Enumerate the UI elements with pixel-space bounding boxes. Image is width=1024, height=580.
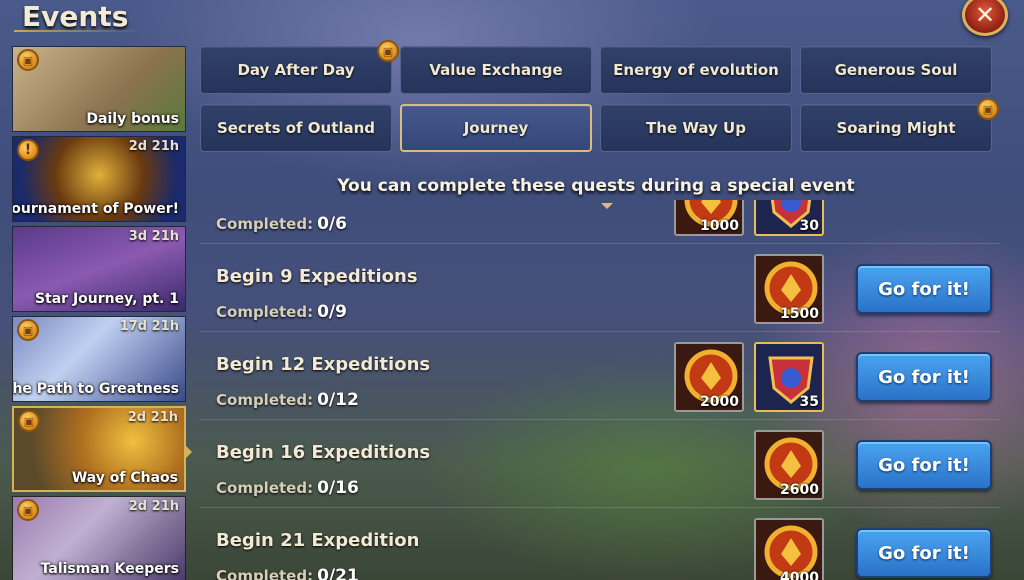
tab-label: Generous Soul [834, 61, 958, 79]
gift-icon: ▣ [17, 499, 39, 521]
go-for-it-button[interactable]: Go for it! [856, 528, 992, 578]
tab-label: Value Exchange [429, 61, 563, 79]
events-title: Events [22, 0, 129, 33]
event-label: Talisman Keepers [40, 561, 179, 577]
reward-emblem: 2000 [674, 342, 744, 412]
event-label: The Path to Greatness [12, 381, 179, 397]
selected-event-arrow-icon [184, 444, 192, 460]
quest-progress: Completed: 0/16 [216, 478, 359, 498]
event-card-way-of-chaos[interactable]: ▣ 2d 21h Way of Chaos [12, 406, 186, 492]
gift-icon: ▣ [18, 410, 40, 432]
event-card-star-journey[interactable]: 3d 21h Star Journey, pt. 1 [12, 226, 186, 312]
reward-emblem: 1000 [674, 200, 744, 236]
gift-icon: ▣ [17, 319, 39, 341]
tab-label: Secrets of Outland [216, 119, 376, 137]
go-for-it-button[interactable]: Go for it! [856, 352, 992, 402]
event-timer: 2d 21h [127, 410, 178, 425]
tab-label: Day After Day [237, 61, 355, 79]
tab-energy-of-evolution[interactable]: Energy of evolution [600, 46, 792, 94]
quest-progress: Completed: 0/21 [216, 566, 359, 580]
quest-progress: Completed: 0/9 [216, 302, 347, 322]
event-card-path-to-greatness[interactable]: ▣ 17d 21h The Path to Greatness [12, 316, 186, 402]
tab-label: Soaring Might [836, 119, 956, 137]
tab-journey[interactable]: Journey [400, 104, 592, 152]
tab-label: Energy of evolution [613, 61, 779, 79]
quest-row: Begin 21 Expedition Completed: 0/21 4000 … [200, 508, 1000, 580]
tab-label: Journey [463, 119, 529, 137]
info-caret-icon [601, 203, 613, 209]
quest-name: Begin 9 Expeditions [216, 266, 418, 287]
tab-value-exchange[interactable]: Value Exchange [400, 46, 592, 94]
event-label: Star Journey, pt. 1 [34, 291, 179, 307]
reward-emblem: 2600 [754, 430, 824, 500]
tab-label: The Way Up [646, 119, 746, 137]
tab-soaring-might[interactable]: Soaring Might [800, 104, 992, 152]
event-card-tournament[interactable]: ! 2d 21h Tournament of Power! [12, 136, 186, 222]
reward-shield: 35 [754, 342, 824, 412]
event-label: Tournament of Power! [12, 201, 179, 217]
alert-icon: ! [17, 139, 39, 161]
quest-name: Begin 21 Expedition [216, 530, 420, 551]
gift-icon: ▣ [377, 40, 399, 62]
reward-emblem: 1500 [754, 254, 824, 324]
quest-row: Begin 16 Expeditions Completed: 0/16 2600… [200, 420, 1000, 508]
event-card-daily-bonus[interactable]: ▣ Daily bonus [12, 46, 186, 132]
event-card-talisman-keepers[interactable]: ▣ 2d 21h Talisman Keepers [12, 496, 186, 580]
quest-name: Begin 12 Expeditions [216, 354, 431, 375]
quest-row: Begin 9 Expeditions Completed: 0/9 1500 G… [200, 244, 1000, 332]
tab-day-after-day[interactable]: Day After Day [200, 46, 392, 94]
gift-icon: ▣ [977, 98, 999, 120]
event-info-text: You can complete these quests during a s… [337, 176, 855, 196]
event-timer: 3d 21h [128, 229, 179, 244]
quest-progress: Completed: 0/12 [216, 390, 359, 410]
event-timer: 2d 21h [128, 499, 179, 514]
tab-generous-soul[interactable]: Generous Soul [800, 46, 992, 94]
go-for-it-button[interactable]: Go for it! [856, 264, 992, 314]
close-icon: ✕ [974, 1, 996, 29]
event-label: Daily bonus [86, 111, 179, 127]
tab-secrets-of-outland[interactable]: Secrets of Outland [200, 104, 392, 152]
event-list: ▣ Daily bonus ! 2d 21h Tournament of Pow… [12, 46, 186, 580]
event-label: Way of Chaos [71, 470, 178, 486]
quest-name: Begin 16 Expeditions [216, 442, 431, 463]
reward-emblem: 4000 [754, 518, 824, 580]
title-divider [14, 30, 144, 32]
close-button[interactable]: ✕ [962, 0, 1008, 36]
quest-row: Begin 12 Expeditions Completed: 0/12 2000… [200, 332, 1000, 420]
reward-shield: 30 [754, 200, 824, 236]
gift-icon: ▣ [17, 49, 39, 71]
quest-progress: Completed: 0/6 [216, 214, 347, 234]
event-timer: 17d 21h [119, 319, 179, 334]
quest-list[interactable]: Completed: 0/6 1000 30 Begin 9 Expedition… [200, 200, 1000, 580]
go-for-it-button[interactable]: Go for it! [856, 440, 992, 490]
tab-the-way-up[interactable]: The Way Up [600, 104, 792, 152]
quest-row: Completed: 0/6 1000 30 [200, 200, 1000, 244]
event-timer: 2d 21h [128, 139, 179, 154]
